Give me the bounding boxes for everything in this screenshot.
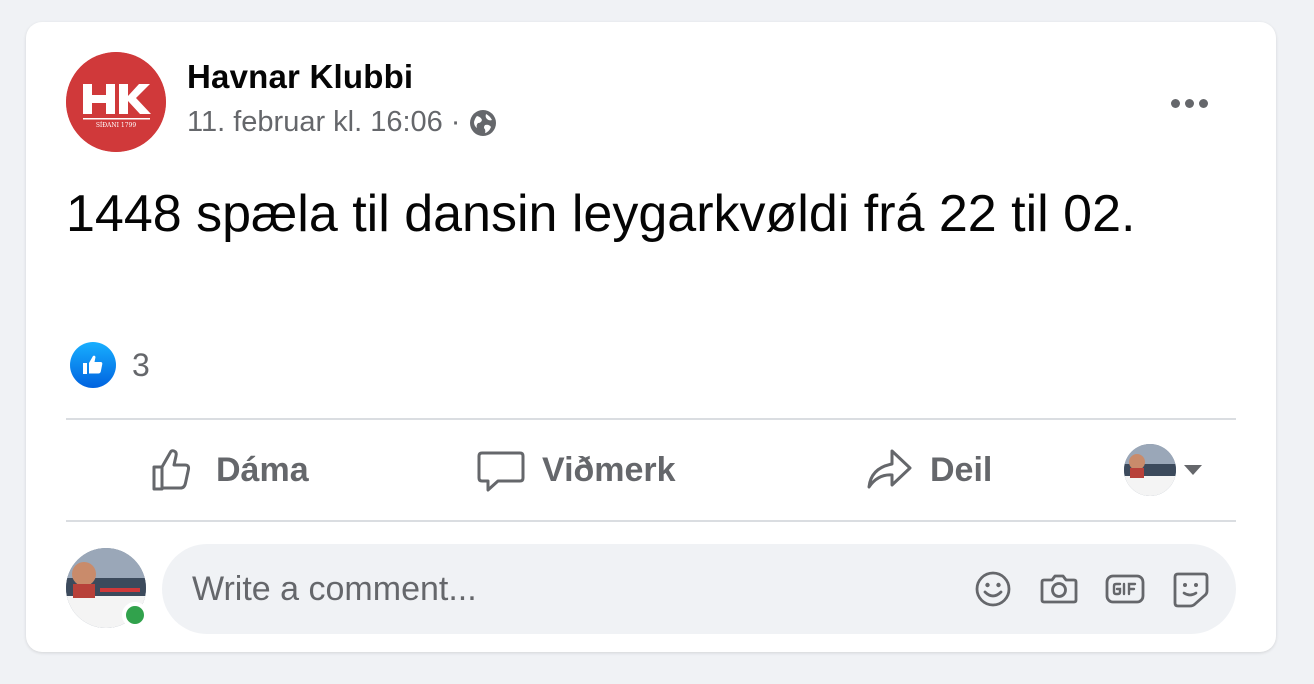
author-name[interactable]: Havnar Klubbi [187,58,413,96]
like-button-label: Dáma [216,450,309,489]
more-dot-icon [1170,98,1180,108]
sticker-icon[interactable] [1170,568,1212,610]
chevron-down-icon [1184,465,1202,475]
svg-text:SÍÐANI 1799: SÍÐANI 1799 [96,122,137,129]
thumbs-up-icon [152,449,191,491]
more-dot-icon [1198,98,1208,108]
meta-separator: · [450,106,461,138]
hk-logo: SÍÐANI 1799 [66,52,166,152]
post-meta: 11. februar kl. 16:06 · [187,106,498,139]
comment-button[interactable]: Viðmerk [476,420,676,520]
comment-composer [66,544,1236,636]
share-button[interactable]: Deil [864,420,992,520]
composer-tools [972,568,1212,610]
globe-icon[interactable] [468,108,498,138]
post-header: SÍÐANI 1799 Havnar Klubbi 11. februar kl… [66,52,1236,152]
share-arrow-icon [867,449,912,489]
react-as-selector[interactable] [1124,444,1202,496]
comment-button-label: Viðmerk [542,450,676,489]
more-options-button[interactable] [1164,88,1214,118]
post-text: 1448 spæla til dansin leygarkvøldi frá 2… [66,185,1136,243]
user-avatar [1124,444,1176,496]
post-actions: Dáma Viðmerk Deil [66,420,1236,520]
page-avatar[interactable]: SÍÐANI 1799 [66,52,166,152]
comment-bubble-icon [477,451,525,492]
emoji-icon[interactable] [972,568,1014,610]
more-dot-icon [1184,98,1194,108]
camera-icon[interactable] [1038,568,1080,610]
like-button[interactable]: Dáma [150,420,309,520]
reaction-summary[interactable]: 3 [70,342,150,388]
post-timestamp[interactable]: 11. februar kl. 16:06 [187,106,443,139]
share-button-label: Deil [930,450,993,489]
post-card: SÍÐANI 1799 Havnar Klubbi 11. februar kl… [26,22,1276,652]
gif-icon[interactable] [1104,568,1146,610]
online-status-dot [122,602,148,628]
divider [66,520,1236,522]
comment-input[interactable] [192,544,912,634]
like-reaction-icon [70,342,116,388]
comment-box[interactable] [162,544,1236,634]
reaction-count: 3 [132,346,150,383]
